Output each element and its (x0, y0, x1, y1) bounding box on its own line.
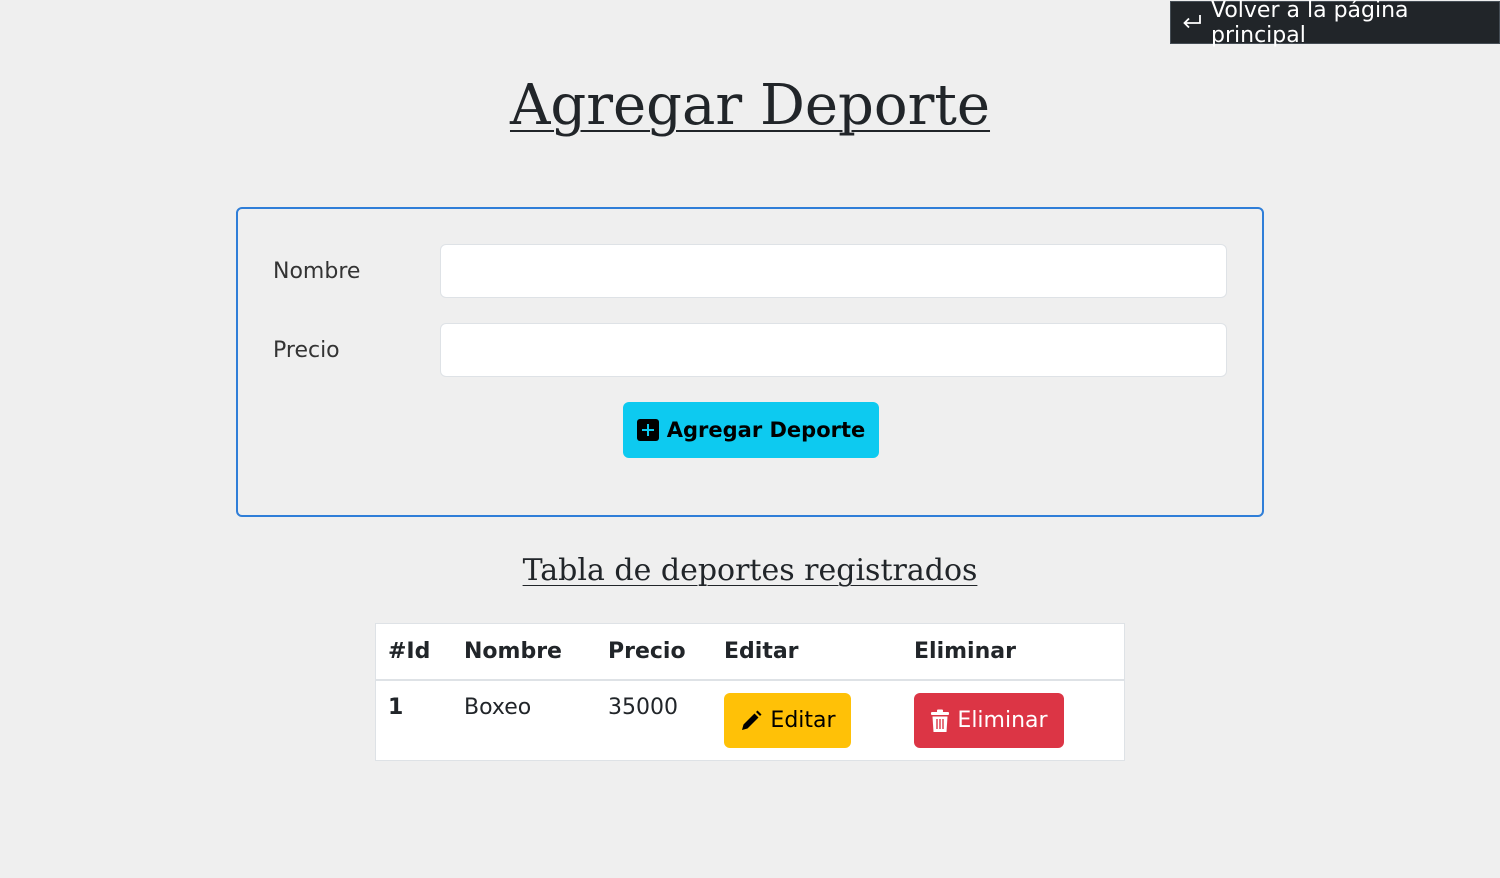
page: Volver a la página principal Agregar Dep… (0, 0, 1500, 878)
cell-id: 1 (388, 695, 404, 720)
precio-row: Precio (273, 323, 1227, 377)
cell-eliminar: Eliminar (902, 680, 1125, 760)
nombre-row: Nombre (273, 244, 1227, 298)
precio-input[interactable] (440, 323, 1227, 377)
precio-label: Precio (273, 337, 340, 363)
pencil-icon (739, 709, 763, 733)
sports-table: #Id Nombre Precio Editar Eliminar 1 Boxe… (375, 623, 1125, 761)
column-header-precio: Precio (596, 623, 712, 681)
nombre-input[interactable] (440, 244, 1227, 298)
delete-button-label: Eliminar (957, 708, 1048, 733)
back-to-home-link[interactable]: Volver a la página principal (1170, 0, 1500, 48)
plus-square-icon (636, 419, 659, 441)
table-row: 1 Boxeo 35000 Editar Eliminar (376, 680, 1125, 760)
nombre-label: Nombre (273, 258, 361, 284)
cell-precio: 35000 (608, 695, 678, 720)
delete-button[interactable]: Eliminar (914, 693, 1064, 748)
cell-editar: Editar (712, 680, 902, 760)
cell-nombre: Boxeo (464, 695, 532, 720)
edit-button-label: Editar (770, 708, 836, 733)
add-sport-button[interactable]: Agregar Deporte (623, 402, 879, 458)
table-header-row: #Id Nombre Precio Editar Eliminar (375, 623, 1125, 681)
page-title: Agregar Deporte (509, 73, 991, 138)
column-header-editar: Editar (712, 623, 902, 681)
table-title: Tabla de deportes registrados (522, 553, 978, 588)
trash-icon (930, 709, 950, 733)
add-sport-button-label: Agregar Deporte (666, 418, 866, 442)
column-header-id: #Id (375, 623, 452, 681)
edit-button[interactable]: Editar (724, 693, 851, 748)
add-sport-form: Nombre Precio Agregar Deporte (236, 207, 1264, 517)
column-header-nombre: Nombre (452, 623, 596, 681)
return-arrow-icon (1181, 13, 1203, 33)
back-link-label: Volver a la página principal (1211, 0, 1409, 48)
column-header-eliminar: Eliminar (902, 623, 1125, 681)
